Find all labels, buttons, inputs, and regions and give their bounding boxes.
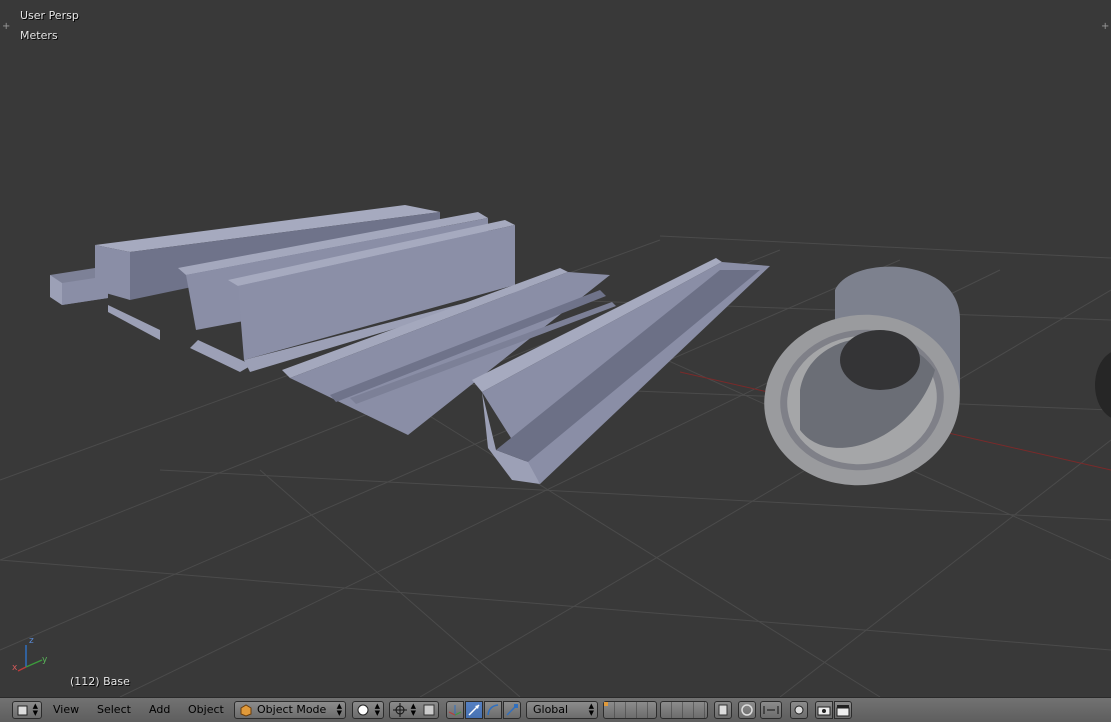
lock-glyph-icon: [718, 704, 728, 716]
pivot-point-select[interactable]: ▲ ▼: [389, 701, 439, 719]
render-icon[interactable]: [815, 701, 833, 719]
manipulator-glyph-icon: [448, 705, 462, 716]
axis-gizmo: z y x: [12, 636, 48, 673]
clapper-icon[interactable]: [834, 701, 852, 719]
transform-orientation-label: Global: [533, 703, 569, 716]
viewport-shading-select[interactable]: ▲ ▼: [352, 701, 384, 719]
region-toggle-left-icon[interactable]: +: [2, 22, 10, 32]
units-label: Meters: [20, 29, 58, 42]
view-name-label: User Persp: [20, 9, 79, 22]
svg-text:z: z: [29, 636, 34, 646]
3d-viewport[interactable]: z y x User Persp Meters (112) Base + +: [0, 0, 1111, 697]
snap-icon[interactable]: [760, 701, 782, 719]
snap-target-icon[interactable]: [790, 701, 808, 719]
menu-add[interactable]: Add: [149, 703, 170, 716]
object-info-label: (112) Base: [70, 675, 130, 688]
rotate-icon[interactable]: [484, 701, 502, 719]
snap-glyph-icon: [763, 706, 779, 714]
region-toggle-right-icon[interactable]: +: [1101, 22, 1109, 32]
3d-viewport-icon: [17, 705, 28, 716]
dropdown-arrows-icon: ▲ ▼: [374, 702, 380, 717]
editor-type-button[interactable]: ▲ ▼: [12, 701, 42, 719]
lock-icon[interactable]: [714, 701, 732, 719]
svg-text:x: x: [12, 663, 18, 673]
manipulate-center-icon[interactable]: [422, 703, 436, 717]
active-layer-dot-icon: [604, 702, 608, 706]
dropdown-arrows-icon: ▲ ▼: [32, 702, 38, 717]
transform-orientation-select[interactable]: Global ▲ ▼: [526, 701, 598, 719]
menu-view[interactable]: View: [53, 703, 79, 716]
manipulator-icon[interactable]: [446, 701, 464, 719]
object-mode-icon: [240, 704, 252, 717]
svg-text:y: y: [42, 655, 48, 665]
clapper-glyph-icon: [836, 705, 850, 717]
translate-icon[interactable]: [465, 701, 483, 719]
dropdown-arrows-icon: ▲ ▼: [336, 702, 342, 717]
layers-group-a[interactable]: [603, 701, 657, 719]
scale-icon[interactable]: [503, 701, 521, 719]
mode-select[interactable]: Object Mode ▲ ▼: [234, 701, 346, 719]
mode-label: Object Mode: [257, 703, 327, 716]
scene-canvas[interactable]: z y x: [0, 0, 1111, 697]
dropdown-arrows-icon: ▲ ▼: [410, 702, 416, 717]
menu-select[interactable]: Select: [97, 703, 131, 716]
pivot-point-icon: [393, 703, 407, 717]
snap-target-glyph-icon: [794, 705, 804, 715]
viewport-header: ▲ ▼ View Select Add Object Object Mode ▲ ▼…: [0, 697, 1111, 722]
dropdown-arrows-icon: ▲ ▼: [588, 702, 594, 717]
camera-glyph-icon: [817, 706, 831, 716]
solid-shading-icon: [357, 704, 369, 716]
tube-bushing[interactable]: [753, 266, 971, 498]
scale-glyph-icon: [506, 704, 518, 716]
proportional-icon[interactable]: [738, 701, 756, 719]
layers-group-b[interactable]: [660, 701, 708, 719]
menu-object[interactable]: Object: [188, 703, 224, 716]
proportional-glyph-icon: [741, 704, 753, 716]
rotate-glyph-icon: [487, 704, 499, 716]
translate-glyph-icon: [468, 704, 480, 716]
